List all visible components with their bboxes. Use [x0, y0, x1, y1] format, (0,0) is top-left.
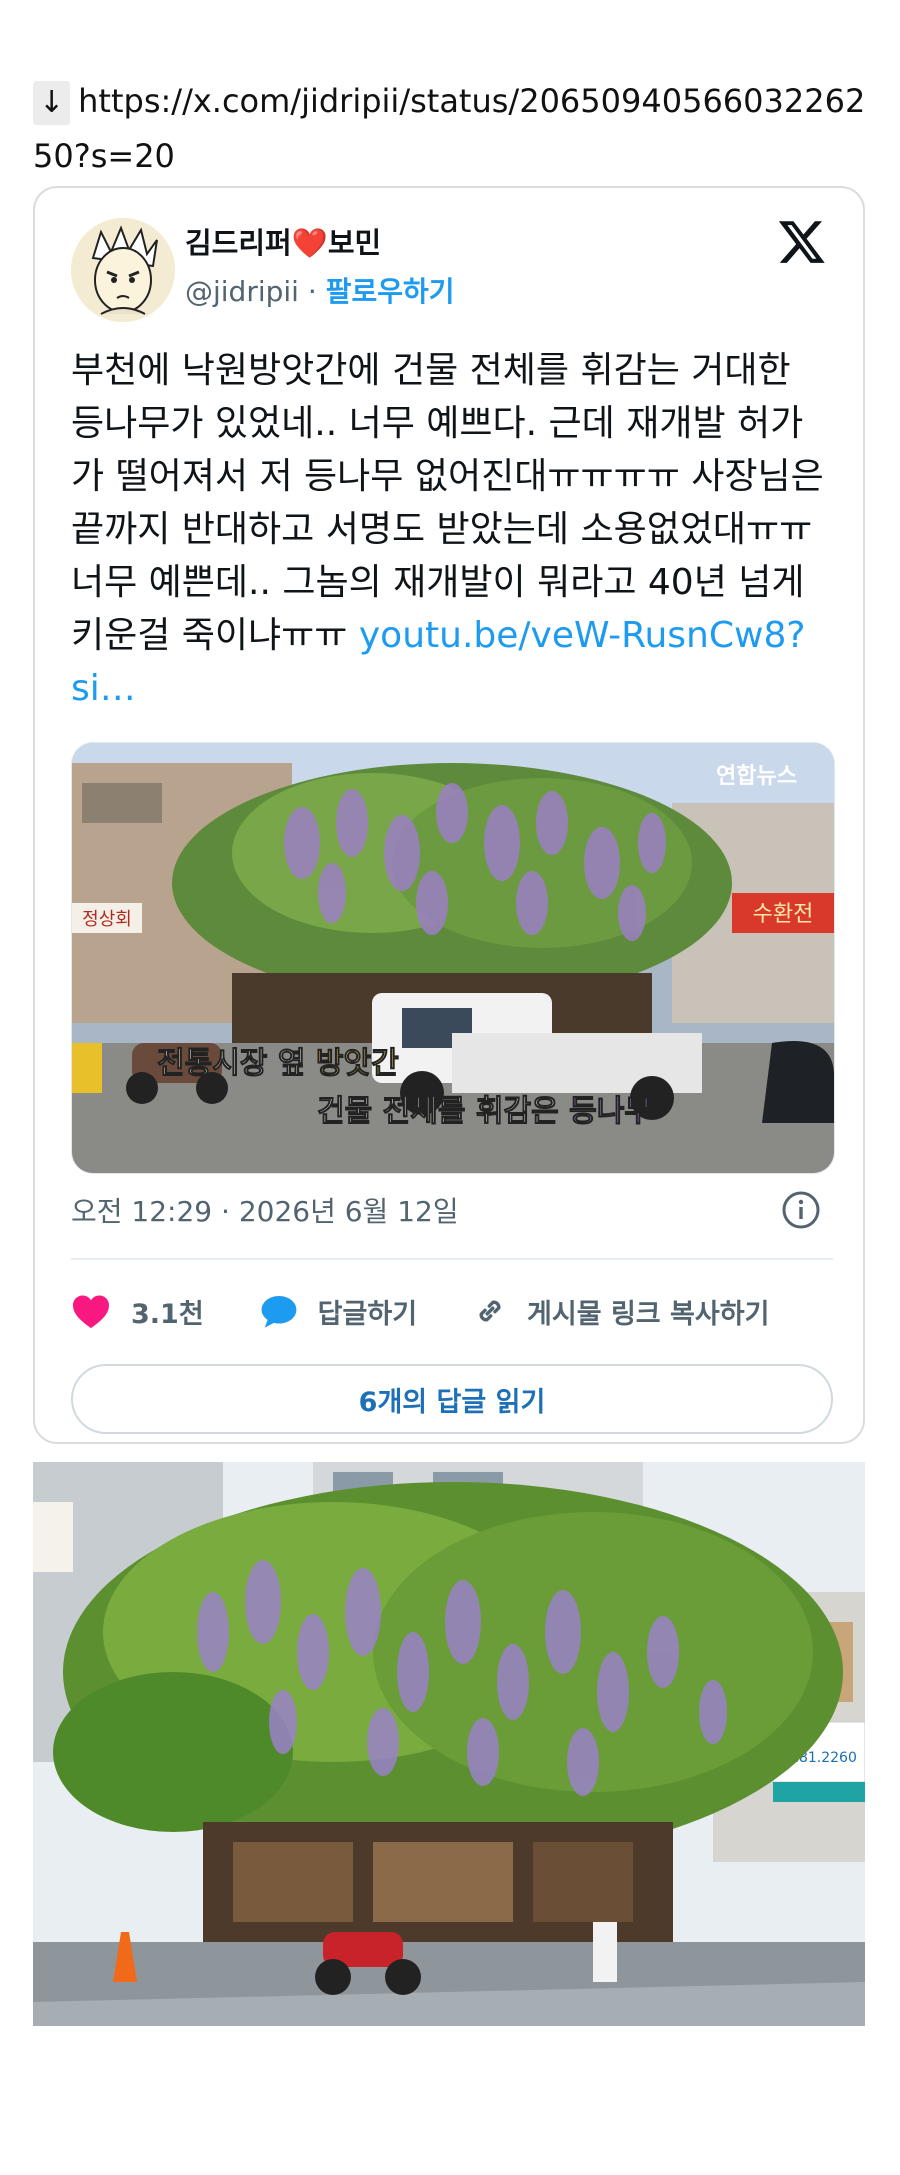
source-url[interactable]: https://x.com/jidripii/status/2065094056… — [33, 82, 865, 175]
caption-line2-text: 건물 전체를 휘감은 — [317, 1094, 569, 1129]
avatar[interactable] — [71, 218, 175, 322]
tweet-media-image[interactable]: 수환전 정상회 연합뉴스 전통시장 옆 방앗간 건물 전체를 휘감은 등나무 — [71, 742, 835, 1174]
caption-line1-text: 전통시장 옆 — [157, 1046, 316, 1081]
handle-line: @jidripii · 팔로우하기 — [185, 270, 455, 310]
wisteria-building-photo: 1181.2260 — [33, 1462, 865, 2026]
media-caption-line1: 전통시장 옆 방앗간 — [157, 1046, 399, 1081]
read-replies-button[interactable]: 6개의 답글 읽기 — [71, 1364, 833, 1434]
info-icon[interactable] — [781, 1190, 821, 1230]
media-caption-line2: 건물 전체를 휘감은 등나무 — [317, 1094, 652, 1129]
like-button[interactable]: 3.1천 — [71, 1292, 204, 1331]
caption-line1-highlight: 방앗간 — [316, 1046, 399, 1081]
tweet-text: 부천에 낙원방앗간에 건물 전체를 휘감는 거대한 등나무가 있었네.. 너무 … — [71, 350, 824, 656]
tweet-body: 부천에 낙원방앗간에 건물 전체를 휘감는 거대한 등나무가 있었네.. 너무 … — [71, 344, 831, 715]
down-arrow-icon: ↓ — [33, 81, 71, 125]
like-count: 3.1천 — [131, 1298, 204, 1330]
heart-icon — [73, 1295, 109, 1329]
media-watermark: 연합뉴스 — [716, 763, 797, 789]
tweet-timestamp[interactable]: 오전 12:29 · 2026년 6월 12일 — [71, 1190, 459, 1230]
reply-label: 답글하기 — [317, 1298, 418, 1330]
copy-link-action[interactable]: 게시물 링크 복사하기 — [473, 1292, 769, 1331]
sign-right-text: 수환전 — [753, 902, 814, 927]
follow-button[interactable]: 팔로우하기 — [326, 275, 455, 308]
reply-action[interactable]: 답글하기 — [260, 1292, 417, 1331]
user-handle[interactable]: @jidripii — [185, 275, 299, 308]
divider — [71, 1258, 833, 1260]
copy-link-label: 게시물 링크 복사하기 — [527, 1298, 770, 1330]
embedded-tweet-card: 김드리퍼❤️보민 @jidripii · 팔로우하기 부천에 낙원방앗간에 건물… — [33, 186, 865, 1444]
x-logo-icon[interactable] — [777, 216, 827, 266]
link-icon — [479, 1300, 501, 1322]
tweet-actions: 3.1천 답글하기 게시물 링크 복사하기 — [71, 1276, 833, 1346]
speech-bubble-icon — [261, 1295, 297, 1328]
separator-dot: · — [307, 275, 317, 308]
display-name[interactable]: 김드리퍼❤️보민 — [185, 220, 381, 262]
source-link-line: ↓ https://x.com/jidripii/status/206509405… — [33, 74, 873, 184]
caption-line2-highlight: 등나무 — [569, 1094, 652, 1129]
sign-left-text: 정상회 — [82, 909, 132, 930]
